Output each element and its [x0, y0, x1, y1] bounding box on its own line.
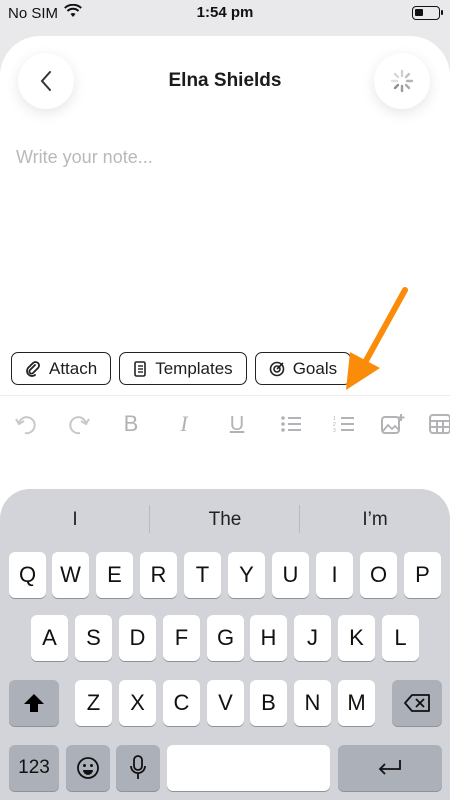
key-t[interactable]: T: [184, 552, 221, 598]
key-k[interactable]: K: [338, 615, 375, 661]
attach-button[interactable]: Attach: [11, 352, 112, 385]
suggestion-1[interactable]: I: [0, 509, 150, 531]
spinner-icon: [390, 69, 414, 93]
key-f[interactable]: F: [163, 615, 200, 661]
chip-row: Attach Templates Goals: [11, 352, 352, 385]
underline-icon[interactable]: U: [222, 409, 252, 439]
pointer-arrow-icon: [346, 287, 408, 390]
shift-key[interactable]: [9, 680, 59, 726]
key-s[interactable]: S: [75, 615, 112, 661]
key-n[interactable]: N: [294, 680, 331, 726]
key-l[interactable]: L: [382, 615, 419, 661]
header: Elna Shields: [0, 36, 450, 126]
templates-button[interactable]: Templates: [119, 352, 247, 385]
key-a[interactable]: A: [31, 615, 68, 661]
suggestion-2[interactable]: The: [150, 509, 300, 531]
templates-label: Templates: [155, 358, 233, 378]
key-i[interactable]: I: [316, 552, 353, 598]
notebook-icon: [134, 360, 147, 377]
backspace-icon: [404, 694, 430, 712]
key-g[interactable]: G: [207, 615, 244, 661]
key-h[interactable]: H: [250, 615, 287, 661]
space-key[interactable]: [167, 745, 330, 791]
dictation-key[interactable]: [116, 745, 160, 791]
redo-icon[interactable]: [63, 409, 93, 439]
numbers-key[interactable]: 123: [9, 745, 59, 791]
key-u[interactable]: U: [272, 552, 309, 598]
suggestion-3[interactable]: I’m: [300, 509, 450, 531]
svg-text:3: 3: [333, 428, 336, 433]
italic-icon[interactable]: I: [169, 409, 199, 439]
emoji-key[interactable]: [66, 745, 110, 791]
clock: 1:54 pm: [196, 4, 254, 21]
key-r[interactable]: R: [140, 552, 177, 598]
attach-label: Attach: [49, 358, 98, 378]
numbered-list-icon[interactable]: 123: [329, 409, 359, 439]
keyboard: I The I’m Q W E R T Y U I O P A S D F G …: [0, 489, 450, 800]
key-z[interactable]: Z: [75, 680, 112, 726]
key-m[interactable]: M: [338, 680, 375, 726]
microphone-icon: [130, 755, 146, 779]
paperclip-icon: [26, 360, 40, 377]
battery-icon: [412, 6, 443, 20]
status-bar: No SIM 1:54 pm: [0, 0, 450, 28]
add-image-icon[interactable]: [378, 409, 408, 439]
bold-icon[interactable]: B: [116, 409, 146, 439]
shift-icon: [24, 694, 44, 712]
return-icon: [378, 760, 401, 775]
key-e[interactable]: E: [96, 552, 133, 598]
emoji-icon: [77, 757, 99, 779]
key-p[interactable]: P: [404, 552, 441, 598]
key-x[interactable]: X: [119, 680, 156, 726]
key-w[interactable]: W: [52, 552, 89, 598]
bullet-list-icon[interactable]: [276, 409, 306, 439]
target-icon: [269, 361, 284, 376]
loading-button[interactable]: [374, 53, 430, 109]
key-d[interactable]: D: [119, 615, 156, 661]
return-key[interactable]: [338, 745, 442, 791]
key-j[interactable]: J: [294, 615, 331, 661]
key-y[interactable]: Y: [228, 552, 265, 598]
format-toolbar: B I U 123: [0, 395, 450, 453]
table-icon[interactable]: [425, 409, 450, 439]
key-v[interactable]: V: [207, 680, 244, 726]
note-input[interactable]: [16, 142, 434, 172]
key-c[interactable]: C: [163, 680, 200, 726]
key-o[interactable]: O: [360, 552, 397, 598]
delete-key[interactable]: [392, 680, 442, 726]
suggestion-bar: I The I’m: [0, 489, 450, 545]
key-q[interactable]: Q: [9, 552, 46, 598]
undo-icon[interactable]: [12, 409, 42, 439]
key-b[interactable]: B: [250, 680, 287, 726]
